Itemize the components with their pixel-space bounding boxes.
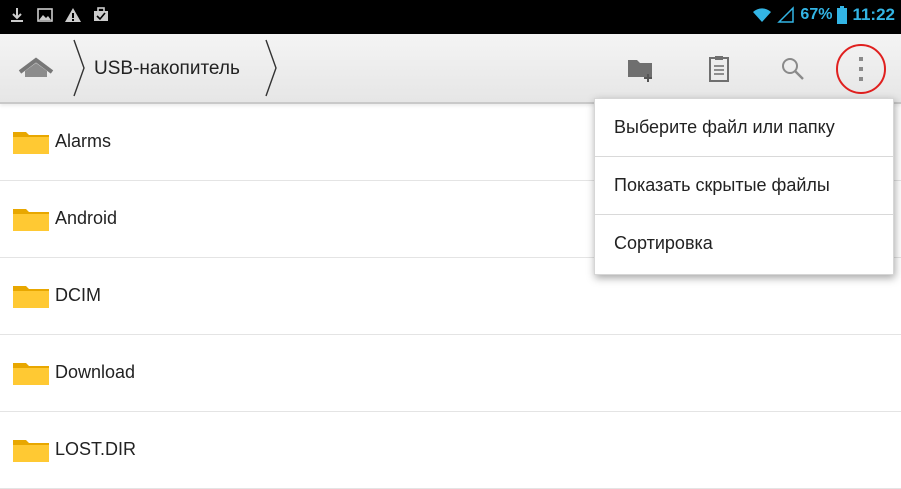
menu-item-select[interactable]: Выберите файл или папку <box>595 99 893 157</box>
home-icon[interactable] <box>14 50 58 88</box>
breadcrumb-separator <box>265 39 277 97</box>
list-item[interactable]: LOST.DIR <box>0 412 901 489</box>
download-icon <box>11 8 23 22</box>
folder-icon <box>13 209 49 231</box>
file-name: Android <box>55 208 118 228</box>
menu-item-sort[interactable]: Сортировка <box>595 215 893 272</box>
warning-icon <box>65 8 81 22</box>
breadcrumb-path[interactable]: USB-накопитель <box>94 58 240 80</box>
system-indicators: 67% 11:22 <box>752 5 895 25</box>
battery-percent: 67% <box>800 6 833 23</box>
breadcrumb-separator <box>73 39 85 97</box>
file-name: Download <box>55 362 136 382</box>
clipboard-icon[interactable] <box>704 54 734 84</box>
file-name: DCIM <box>55 285 101 305</box>
folder-icon <box>13 132 49 154</box>
file-name: Alarms <box>55 131 112 151</box>
search-icon[interactable] <box>778 54 808 84</box>
overflow-menu-button[interactable] <box>836 44 886 94</box>
file-name: LOST.DIR <box>55 439 137 459</box>
image-icon <box>37 8 53 22</box>
battery-icon <box>837 6 848 24</box>
status-bar: 67% 11:22 <box>0 0 901 34</box>
folder-icon <box>13 286 49 308</box>
wifi-icon <box>753 8 772 22</box>
menu-item-show-hidden[interactable]: Показать скрытые файлы <box>595 157 893 215</box>
action-bar: USB-накопитель <box>0 34 901 104</box>
folder-icon <box>13 363 49 385</box>
new-folder-icon[interactable] <box>626 54 656 84</box>
notification-icons <box>8 6 110 24</box>
clock: 11:22 <box>852 5 895 24</box>
folder-icon <box>13 440 49 462</box>
briefcase-icon <box>94 7 108 21</box>
signal-icon <box>777 6 795 23</box>
overflow-menu-icon[interactable] <box>855 54 867 84</box>
overflow-popup-menu: Выберите файл или папку Показать скрытые… <box>594 98 894 275</box>
list-item[interactable]: Download <box>0 335 901 412</box>
